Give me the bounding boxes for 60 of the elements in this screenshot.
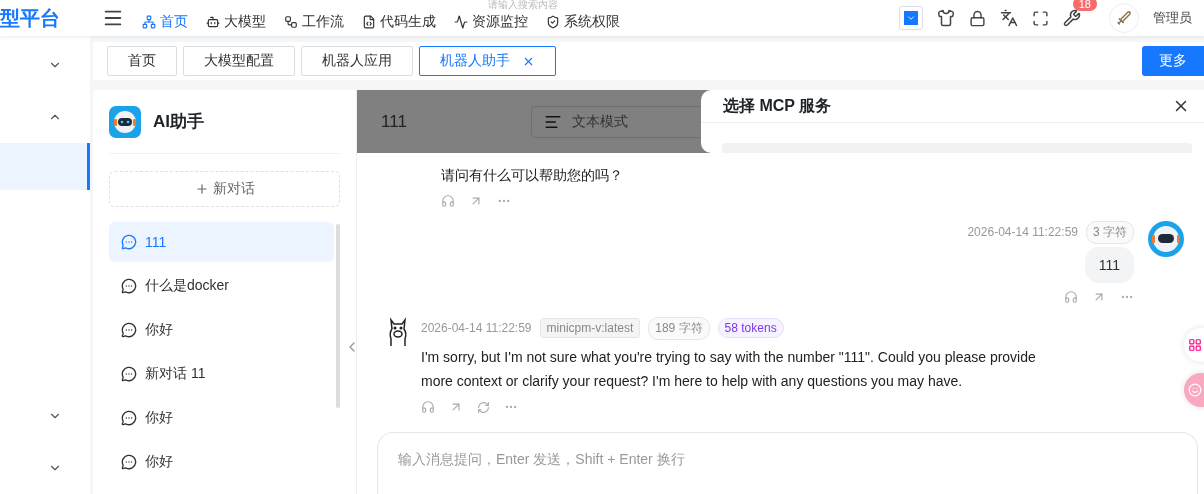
nav-icon [284, 15, 298, 29]
assistant-message: 请问有什么可以帮助您的吗？ [441, 166, 623, 185]
nav-icon [142, 15, 156, 29]
new-chat-button[interactable]: 新对话 [109, 171, 340, 207]
chat-bubble-icon [121, 278, 137, 294]
message-time: 2026-04-14 11:22:59 [421, 321, 532, 335]
conversation-item[interactable]: 111 [109, 222, 334, 262]
tab[interactable]: 大模型配置 [183, 46, 295, 76]
char-count: 189 字符 [648, 316, 710, 340]
more-button[interactable]: 更多 [1142, 46, 1204, 76]
drawer-title: 选择 MCP 服务 [723, 95, 832, 116]
chat-bubble-icon [121, 454, 137, 470]
nav-item[interactable]: 首页 [142, 13, 188, 31]
chat-bubble-icon [121, 234, 137, 250]
tab[interactable]: 机器人助手 [419, 46, 556, 76]
nav-icon [454, 15, 468, 29]
refresh-icon[interactable] [477, 400, 490, 414]
nav-icon [206, 15, 220, 29]
chat-bubble-icon [121, 366, 137, 382]
token-count: 58 tokens [717, 318, 784, 338]
conversation-item[interactable]: 你好 [109, 398, 334, 438]
user-name[interactable]: 管理员 [1153, 9, 1192, 27]
nav-item[interactable]: 系统权限 [546, 13, 620, 31]
nav-item[interactable]: 资源监控 [454, 13, 528, 31]
char-count: 3 字符 [1086, 220, 1134, 244]
sidebar-item[interactable] [0, 142, 90, 191]
nav-icon [546, 15, 560, 29]
chat-bubble-icon [121, 410, 137, 426]
translate-icon[interactable] [1000, 9, 1018, 27]
nav-item[interactable]: 工作流 [284, 13, 344, 31]
headphones-icon[interactable] [1064, 290, 1078, 304]
conversation-item[interactable]: 什么是docker [109, 266, 334, 306]
wrench-icon[interactable] [1063, 9, 1081, 27]
headphones-icon[interactable] [421, 400, 435, 414]
nav-icon [362, 15, 376, 29]
shirt-icon[interactable] [937, 9, 955, 27]
nav-item[interactable]: 代码生成 [362, 13, 436, 31]
conversation-item[interactable]: 你好 [109, 310, 334, 350]
conversation-item[interactable]: 你好 [109, 442, 334, 482]
plus-icon [194, 182, 209, 196]
headphones-icon[interactable] [441, 194, 455, 208]
robot-logo [109, 105, 141, 138]
chat-bubble-icon [121, 322, 137, 338]
notification-badge: 18 [1072, 0, 1097, 11]
dropdown-icon[interactable] [899, 6, 923, 30]
llama-icon [387, 317, 409, 347]
fullscreen-icon[interactable] [1032, 9, 1049, 27]
conversation-item[interactable]: 新对话 11 [109, 354, 334, 394]
tab[interactable]: 机器人应用 [301, 46, 413, 76]
message-time: 2026-04-14 11:22:59 [967, 225, 1078, 239]
assistant-message: I'm sorry, but I'm not sure what you're trying to say with the number "111". Could you please provide more context or clarify your request? I'm here to help with any questions you may have. [421, 348, 1037, 391]
user-avatar [1148, 221, 1184, 257]
panel-title: AI助手 [153, 111, 204, 133]
nav-item[interactable]: 大模型 [206, 13, 266, 31]
lock-icon[interactable] [969, 9, 986, 27]
tab[interactable]: 首页 [107, 46, 177, 76]
brand-title: 型平台 [0, 5, 61, 31]
model-tag: minicpm-v:latest [539, 318, 641, 338]
chat-title: 111 [381, 111, 408, 132]
user-message: 111 [1084, 247, 1134, 283]
